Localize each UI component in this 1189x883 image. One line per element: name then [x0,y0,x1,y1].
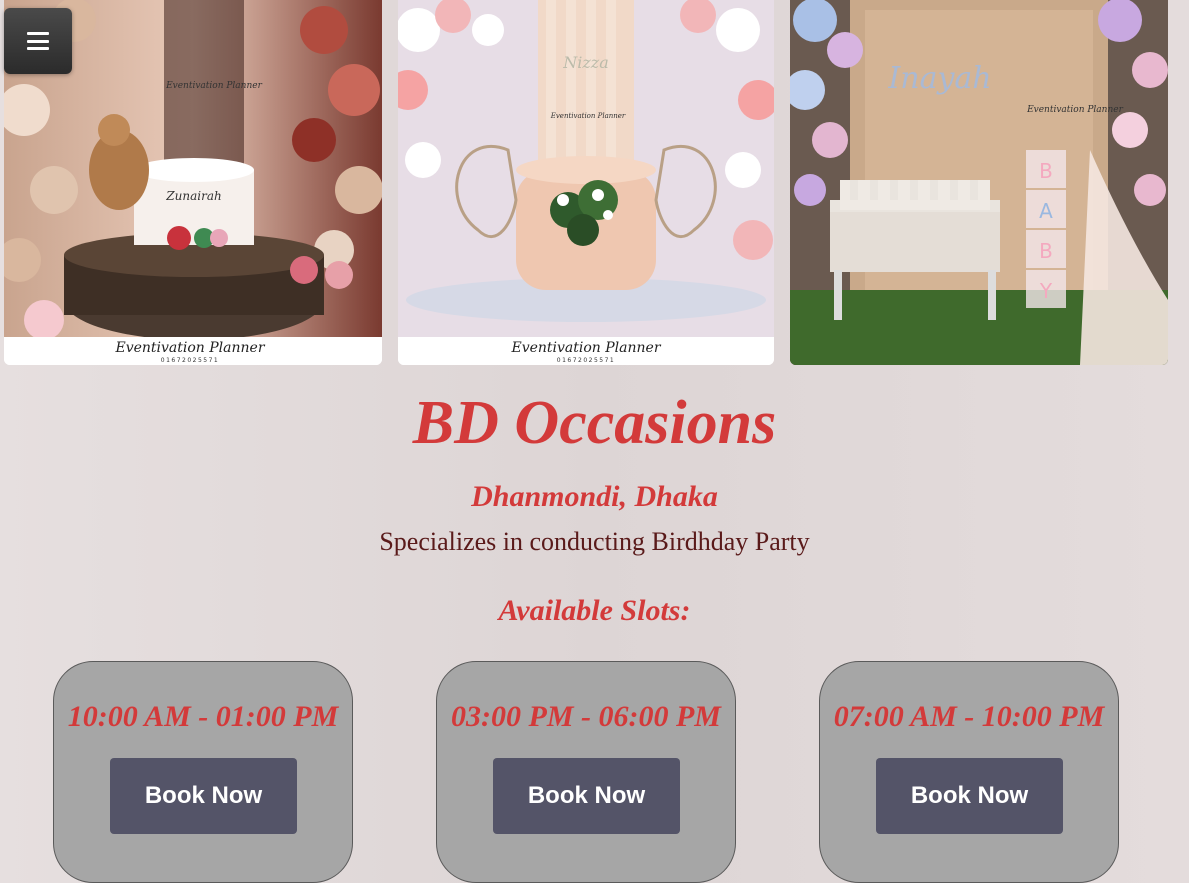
svg-text:B: B [1039,239,1053,263]
svg-text:Y: Y [1039,279,1053,303]
slot-card-1: 10:00 AM - 01:00 PM Book Now [53,661,353,883]
svg-text:01672025571: 01672025571 [557,357,616,364]
svg-text:Eventivation Planner: Eventivation Planner [510,340,661,356]
svg-text:Inayah: Inayah [887,61,991,96]
book-now-button[interactable]: Book Now [493,758,680,834]
hamburger-menu-icon [27,32,49,50]
svg-text:Eventivation Planner: Eventivation Planner [550,112,626,120]
baby-shower-backdrop-image: Inayah Eventivation Planner B A B Y [790,0,1168,365]
slot-card-2: 03:00 PM - 06:00 PM Book Now [436,661,736,883]
gallery-photo-3: Inayah Eventivation Planner B A B Y [790,0,1168,365]
svg-text:Nizza: Nizza [562,53,609,72]
gallery-photo-2: Nizza Eventivation Planner Eventivation … [398,0,774,365]
svg-text:B: B [1039,159,1053,183]
svg-text:01672025571: 01672025571 [161,357,220,364]
menu-button[interactable] [4,8,72,74]
svg-text:Zunairah: Zunairah [165,189,221,203]
venue-location: Dhanmondi, Dhaka [471,480,718,513]
slot-time: 07:00 AM - 10:00 PM [833,700,1105,733]
slots-heading: Available Slots: [498,594,691,627]
venue-title: BD Occasions [412,389,777,457]
svg-text:Eventivation Planner: Eventivation Planner [1026,105,1124,115]
svg-text:Eventivation Planner: Eventivation Planner [165,81,263,91]
slot-card-3: 07:00 AM - 10:00 PM Book Now [819,661,1119,883]
venue-specialty: Specializes in conducting Birdhday Party [379,527,810,556]
svg-text:A: A [1039,199,1053,223]
butterfly-backdrop-image: Nizza Eventivation Planner Eventivation … [398,0,774,365]
slot-time: 10:00 AM - 01:00 PM [67,700,339,733]
book-now-button[interactable]: Book Now [110,758,297,834]
svg-text:Eventivation Planner: Eventivation Planner [114,340,265,356]
book-now-button[interactable]: Book Now [876,758,1063,834]
slot-time: 03:00 PM - 06:00 PM [451,700,721,733]
